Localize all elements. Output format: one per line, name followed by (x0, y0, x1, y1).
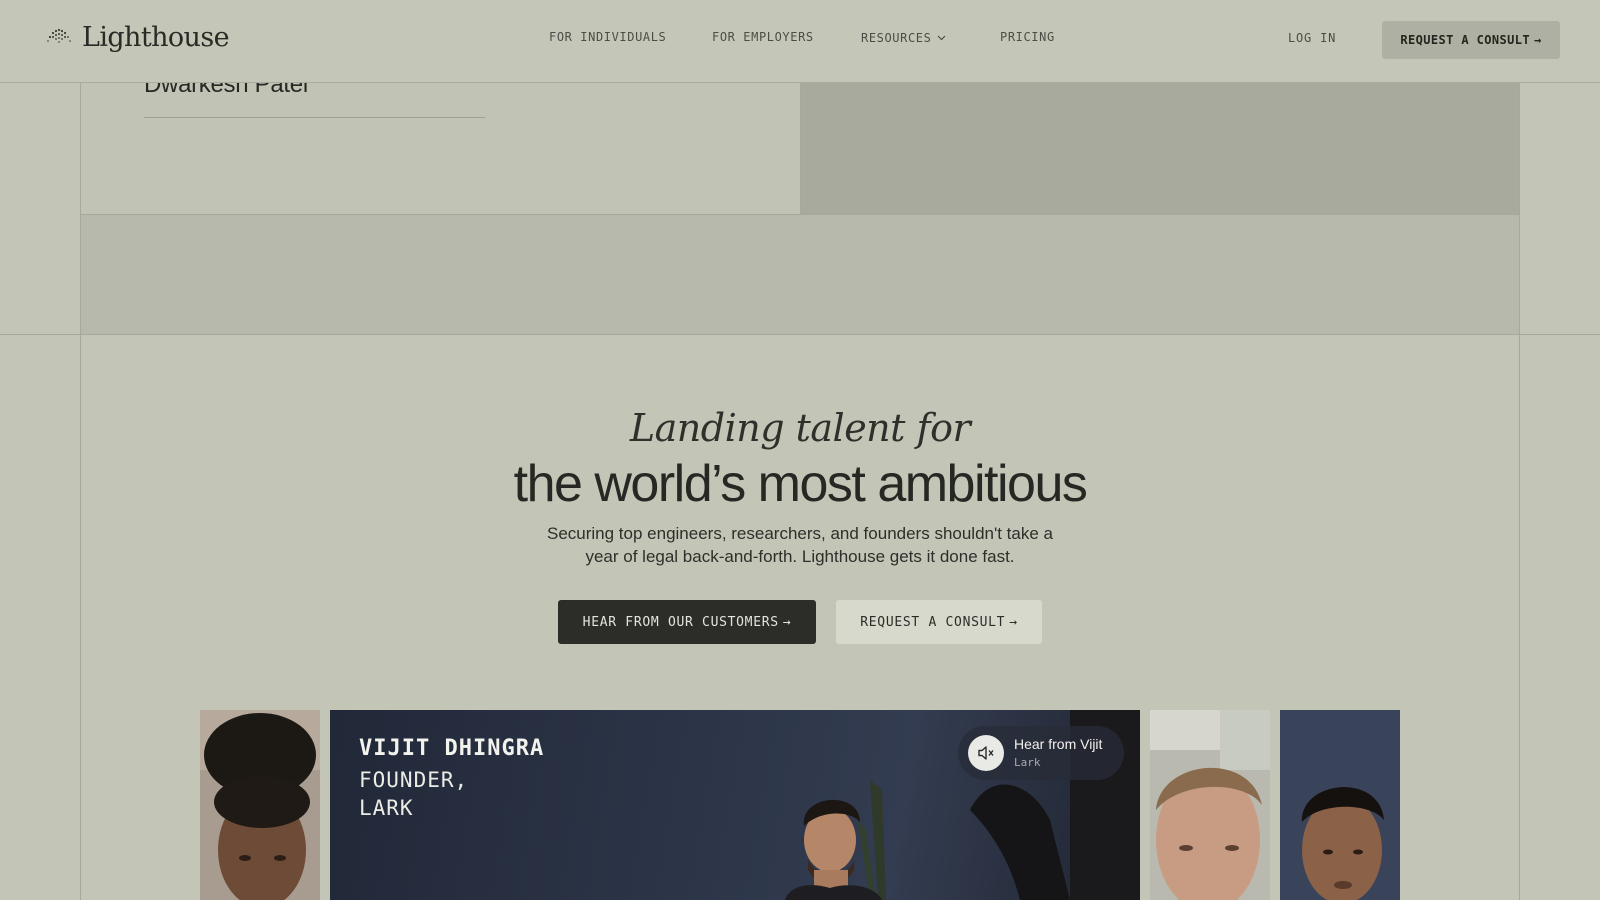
video-thumbnail-prev[interactable] (200, 710, 320, 900)
arrow-right-icon: → (1534, 33, 1542, 47)
hero-title: the world’s most ambitious (513, 455, 1088, 513)
arrow-right-icon: → (782, 614, 792, 630)
pill-subtitle: Lark (1014, 756, 1041, 769)
nav-resources-label: RESOURCES (861, 31, 932, 45)
nav-for-employers[interactable]: FOR EMPLOYERS (712, 30, 814, 44)
header-request-consult-button[interactable]: REQUEST A CONSULT → (1382, 21, 1560, 59)
logo-text: Lighthouse (82, 22, 230, 53)
video-person-name: VIJIT DHINGRA (359, 736, 545, 761)
divider-band (80, 215, 1520, 334)
grid-line-mid (800, 83, 801, 215)
nav-pricing[interactable]: PRICING (1000, 30, 1055, 44)
nav-resources[interactable]: RESOURCES (861, 30, 946, 45)
video-role-line: FOUNDER, (359, 768, 469, 792)
logo[interactable]: Lighthouse (44, 22, 230, 53)
hero-subtitle: Securing top engineers, researchers, and… (546, 524, 1053, 566)
request-consult-button[interactable]: REQUEST A CONSULT → (836, 600, 1042, 644)
speaker-muted-icon[interactable] (968, 735, 1004, 771)
video-company-line: LARK (359, 796, 414, 820)
nav-for-individuals[interactable]: FOR INDIVIDUALS (549, 30, 666, 44)
grid-line-upper (80, 214, 1520, 215)
arrow-right-icon: → (1009, 614, 1018, 630)
video-thumbnail-next-2[interactable] (1280, 710, 1400, 900)
grid-line-section (0, 334, 1600, 335)
chevron-down-icon (937, 30, 946, 44)
login-link[interactable]: LOG IN (1288, 31, 1336, 45)
name-underline (144, 117, 485, 118)
request-consult-label: REQUEST A CONSULT (860, 614, 1006, 630)
hear-from-customers-label: HEAR FROM OUR CUSTOMERS (582, 614, 779, 630)
video-person-role: FOUNDER, LARK (359, 766, 468, 822)
hear-from-customers-button[interactable]: HEAR FROM OUR CUSTOMERS → (558, 600, 816, 644)
header-cta-label: REQUEST A CONSULT (1400, 33, 1530, 47)
testimonial-media-panel (801, 83, 1520, 215)
lighthouse-logo-icon (44, 23, 74, 53)
hero-italic-heading: Landing talent for (629, 406, 971, 450)
featured-video[interactable]: VIJIT DHINGRA FOUNDER, LARK Hear from Vi… (330, 710, 1140, 900)
video-thumbnail-next[interactable] (1150, 710, 1270, 900)
audio-toggle-pill[interactable]: Hear from Vijit Lark (958, 726, 1124, 780)
pill-title: Hear from Vijit (1014, 736, 1103, 752)
testimonial-panel (80, 83, 801, 215)
site-header: Lighthouse FOR INDIVIDUALS FOR EMPLOYERS… (0, 0, 1600, 83)
